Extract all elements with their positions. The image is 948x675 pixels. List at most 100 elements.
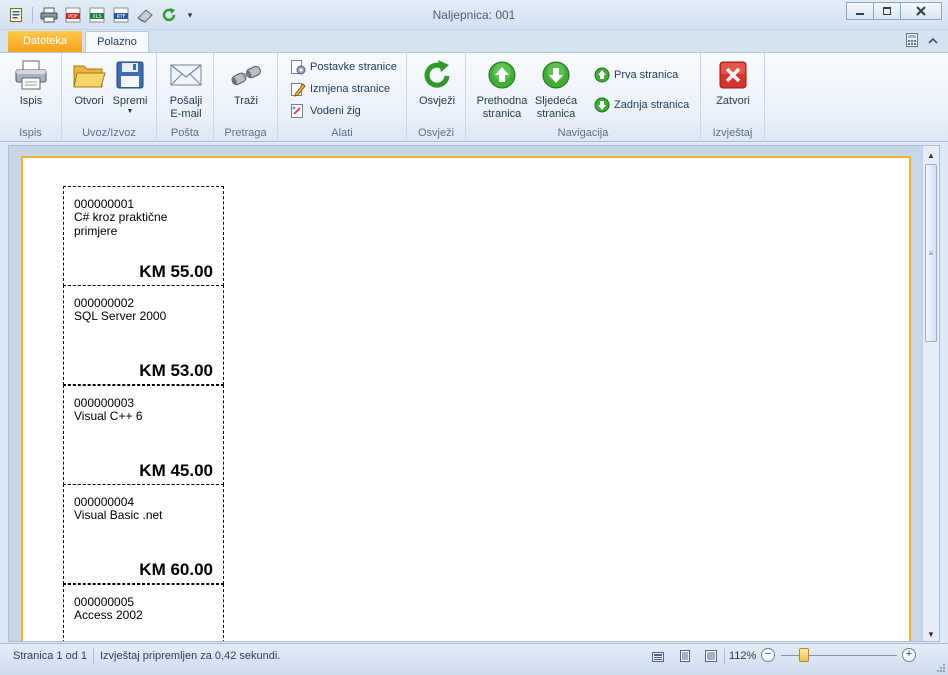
- page-edit-icon: [290, 81, 306, 97]
- print-button-label: Ispis: [19, 95, 43, 107]
- status-message: Izvještaj pripremljen za 0,42 sekundi.: [100, 650, 281, 662]
- send-email-button[interactable]: Pošalji E-mail: [165, 57, 207, 121]
- send-email-label-line1: Pošalji: [169, 95, 203, 107]
- arrow-up-icon: [484, 57, 520, 93]
- group-tools: Postavke stranice Izmjena stranice Voden…: [278, 53, 407, 142]
- collapse-ribbon-icon[interactable]: [928, 36, 938, 48]
- page-edit-label: Izmjena stranice: [310, 83, 391, 95]
- close-window-button[interactable]: [900, 2, 942, 20]
- group-search: Traži Pretraga: [214, 53, 278, 142]
- first-page-button[interactable]: Prva stranica: [594, 67, 678, 83]
- label-name: C# kroz praktične primjere: [74, 210, 168, 238]
- folder-open-icon: [71, 57, 107, 93]
- scroll-up-icon[interactable]: ▲: [924, 148, 938, 162]
- resize-grip-icon[interactable]: [936, 663, 946, 673]
- first-page-label: Prva stranica: [614, 69, 679, 81]
- label-code: 000000004: [74, 495, 135, 509]
- label-card: 000000005 Access 2002: [63, 584, 224, 641]
- group-label-report: Izvještaj: [712, 127, 753, 139]
- close-icon: [715, 57, 751, 93]
- save-dropdown-icon[interactable]: ▼: [127, 108, 134, 116]
- printer-icon: [13, 57, 49, 93]
- label-price: KM 55.00: [139, 262, 213, 281]
- status-bar: Stranica 1 od 1 Izvještaj pripremljen za…: [0, 643, 948, 675]
- label-code: 000000003: [74, 396, 135, 410]
- tab-home[interactable]: Polazno: [85, 31, 149, 53]
- next-page-label-line1: Sljedeća: [534, 95, 578, 107]
- vertical-scrollbar[interactable]: ▲ ≡ ▼: [922, 146, 939, 641]
- close-report-label: Zatvori: [716, 95, 750, 107]
- save-button-label: Spremi: [112, 95, 148, 107]
- open-button-label: Otvori: [74, 95, 104, 107]
- watermark-icon: [290, 103, 306, 119]
- single-page-view-icon[interactable]: [677, 648, 693, 664]
- label-card: 000000004 Visual Basic .net KM 60.00: [63, 484, 224, 584]
- print-button[interactable]: Ispis: [10, 57, 52, 108]
- refresh-button-label: Osvježi: [418, 95, 456, 107]
- label-name: SQL Server 2000: [74, 309, 167, 323]
- floppy-disk-icon: [112, 57, 148, 93]
- label-code: 000000001: [74, 197, 135, 211]
- page-edit-button[interactable]: Izmjena stranice: [290, 81, 390, 97]
- group-refresh: Osvježi Osvježi: [407, 53, 466, 142]
- search-button[interactable]: Traži: [226, 57, 266, 108]
- scroll-down-icon[interactable]: ▼: [924, 627, 938, 641]
- label-name: Access 2002: [74, 608, 143, 622]
- page-setup-icon: [290, 59, 306, 75]
- watermark-button[interactable]: Vodeni žig: [290, 103, 361, 119]
- ribbon-tabs: Datoteka Polazno: [0, 30, 948, 53]
- label-card: 000000003 Visual C++ 6 KM 45.00: [63, 385, 224, 485]
- refresh-button[interactable]: Osvježi: [415, 57, 459, 108]
- multi-page-view-icon[interactable]: [650, 648, 666, 664]
- maximize-button[interactable]: [873, 2, 901, 20]
- label-name: Visual Basic .net: [74, 508, 163, 522]
- group-print: Ispis Ispis: [0, 53, 62, 142]
- next-page-button[interactable]: Sljedeća stranica: [532, 57, 580, 121]
- group-label-import-export: Uvoz/Izvoz: [82, 127, 136, 139]
- group-label-tools: Alati: [331, 127, 353, 139]
- open-button[interactable]: Otvori: [70, 57, 108, 108]
- zoom-in-button[interactable]: +: [902, 648, 916, 662]
- label-price: KM 45.00: [139, 461, 213, 480]
- refresh-icon: [419, 57, 455, 93]
- status-separator: [724, 648, 725, 664]
- previous-page-label-line2: stranica: [482, 108, 522, 120]
- send-email-label-line2: E-mail: [170, 108, 202, 120]
- previous-page-label-line1: Prethodna: [476, 95, 528, 107]
- minimize-icon: [856, 13, 864, 15]
- group-navigation: Prethodna stranica Sljedeća stranica Prv…: [466, 53, 701, 142]
- label-code: 000000002: [74, 296, 135, 310]
- close-report-button[interactable]: Zatvori: [711, 57, 755, 108]
- search-button-label: Traži: [233, 95, 259, 107]
- tabs-right-tools: [906, 33, 938, 50]
- window-title: Naljepnica: 001: [432, 8, 516, 22]
- previous-page-button[interactable]: Prethodna stranica: [474, 57, 530, 121]
- last-page-button[interactable]: Zadnja stranica: [594, 97, 689, 113]
- continuous-view-icon[interactable]: [703, 648, 719, 664]
- page-setup-button[interactable]: Postavke stranice: [290, 59, 397, 75]
- maximize-icon: [883, 7, 891, 15]
- tab-file[interactable]: Datoteka: [8, 31, 82, 52]
- window-controls: [846, 2, 942, 20]
- ribbon: Ispis Ispis Otvori Spremi ▼ Uvoz/Izvoz P…: [0, 52, 948, 142]
- scrollbar-thumb[interactable]: ≡: [925, 164, 937, 342]
- group-label-refresh: Osvježi: [417, 127, 455, 139]
- report-page: 000000001 C# kroz praktične primjere KM …: [21, 156, 911, 641]
- status-separator: [93, 648, 94, 664]
- minimize-button[interactable]: [846, 2, 874, 20]
- group-label-print: Ispis: [19, 127, 42, 139]
- group-label-mail: Pošta: [170, 127, 200, 139]
- group-label-search: Pretraga: [224, 127, 267, 139]
- label-card: 000000002 SQL Server 2000 KM 53.00: [63, 285, 224, 385]
- page-indicator: Stranica 1 od 1: [13, 650, 87, 662]
- last-page-label: Zadnja stranica: [614, 99, 690, 111]
- close-icon: [916, 6, 926, 16]
- save-button[interactable]: Spremi ▼: [110, 57, 150, 116]
- label-card: 000000001 C# kroz praktične primjere KM …: [63, 186, 224, 286]
- calculator-icon[interactable]: [906, 33, 918, 50]
- zoom-slider-thumb[interactable]: [799, 648, 809, 662]
- label-name: Visual C++ 6: [74, 409, 143, 423]
- zoom-out-button[interactable]: −: [761, 648, 775, 662]
- envelope-icon: [168, 57, 204, 93]
- report-preview-area[interactable]: 000000001 C# kroz praktične primjere KM …: [8, 145, 940, 642]
